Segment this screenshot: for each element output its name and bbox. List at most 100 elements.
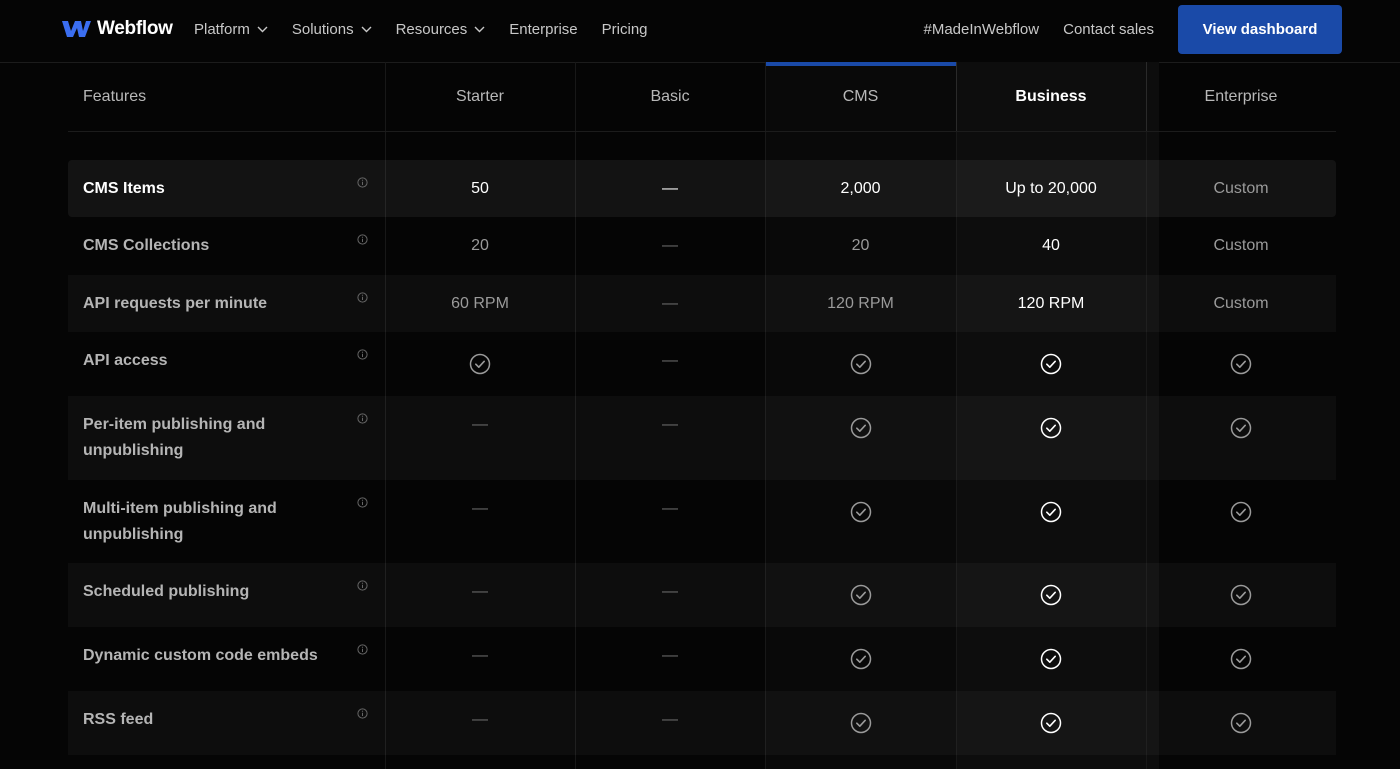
check-circle-icon <box>1230 417 1252 439</box>
starter-value: 20 <box>385 217 575 275</box>
check-circle-icon <box>1040 712 1062 734</box>
dash-value: — <box>472 647 488 664</box>
contact-sales-link[interactable]: Contact sales <box>1063 21 1154 38</box>
enterprise-value <box>1146 691 1336 755</box>
business-value: 120 RPM <box>956 275 1146 332</box>
business-value <box>956 691 1146 755</box>
table-row: CMS Collections 20 — 20 40 Custom <box>68 217 1336 275</box>
cms-value <box>765 691 956 755</box>
starter-value: 50 <box>385 160 575 217</box>
header-cms: CMS <box>842 87 879 105</box>
cms-value <box>765 627 956 691</box>
info-icon[interactable] <box>357 291 368 303</box>
webflow-logo[interactable]: Webflow <box>62 18 173 40</box>
info-icon[interactable] <box>357 234 368 245</box>
check-circle-icon <box>469 353 491 375</box>
business-value <box>956 563 1146 627</box>
header-business: Business <box>1015 87 1087 105</box>
cell-text: Custom <box>1213 179 1269 197</box>
header-features: Features <box>83 87 147 105</box>
cell-text: 20 <box>471 237 489 254</box>
cell-text: 60 RPM <box>451 294 509 312</box>
check-circle-icon <box>850 353 871 375</box>
enterprise-value: Custom <box>1146 160 1336 217</box>
nav-platform[interactable]: Platform <box>194 21 268 38</box>
check-circle-icon <box>1040 648 1062 670</box>
cell-text: 50 <box>471 179 489 197</box>
starter-value: 60 RPM <box>385 275 575 332</box>
cell-text: 120 RPM <box>827 294 894 312</box>
feature-label: CMS Items <box>83 179 165 197</box>
basic-value: — <box>575 480 765 563</box>
table-row: API requests per minute 60 RPM — 120 RPM 120… <box>68 275 1336 332</box>
dash-value: — <box>662 416 678 433</box>
enterprise-value <box>1146 480 1336 563</box>
starter-value: — <box>385 480 575 563</box>
basic-value: — <box>575 217 765 275</box>
table-row: Per-item publishing and unpublishing — — <box>68 396 1336 480</box>
business-value <box>956 396 1146 480</box>
basic-value: — <box>575 563 765 627</box>
cell-text: 20 <box>851 237 870 254</box>
dash-value: — <box>662 500 678 517</box>
info-icon[interactable] <box>357 176 368 188</box>
starter-value <box>385 332 575 396</box>
table-row: API access — <box>68 332 1336 396</box>
business-value <box>956 332 1146 396</box>
check-circle-icon <box>1040 584 1062 606</box>
nav-links: Platform Solutions Resources Enterprise … <box>194 0 648 58</box>
nav-pricing-label: Pricing <box>601 20 648 38</box>
enterprise-value <box>1146 396 1336 480</box>
dash-value: — <box>472 500 488 517</box>
info-icon[interactable] <box>357 349 368 360</box>
starter-value: — <box>385 396 575 480</box>
feature-label: RSS feed <box>83 711 154 728</box>
cms-value: 2,000 <box>765 160 956 217</box>
basic-value: — <box>575 396 765 480</box>
nav-solutions-label: Solutions <box>291 20 354 38</box>
check-circle-icon <box>850 417 871 439</box>
cms-value <box>765 396 956 480</box>
made-in-webflow-link[interactable]: #MadeInWebflow <box>923 21 1039 38</box>
dash-value: — <box>472 711 488 728</box>
dash-value: — <box>662 583 678 600</box>
nav-resources-label: Resources <box>395 20 468 38</box>
business-value <box>956 627 1146 691</box>
check-circle-icon <box>1230 501 1252 523</box>
check-circle-icon <box>1040 353 1062 375</box>
dash-value: — <box>662 237 678 254</box>
dash-value: — <box>662 294 678 312</box>
enterprise-value <box>1146 627 1336 691</box>
nav-enterprise[interactable]: Enterprise <box>509 21 577 38</box>
header-starter: Starter <box>455 87 504 105</box>
check-circle-icon <box>850 712 871 734</box>
table-row: Dynamic custom code embeds — — <box>68 627 1336 691</box>
nav-solutions[interactable]: Solutions <box>292 21 372 38</box>
cell-text: Custom <box>1213 294 1269 312</box>
table-row: Multi-item publishing and unpublishing — — <box>68 480 1336 563</box>
check-circle-icon <box>1230 584 1252 606</box>
dash-value: — <box>662 711 678 728</box>
table-header: Features Starter Basic CMS Business Ente… <box>68 62 1336 132</box>
info-icon[interactable] <box>357 413 368 424</box>
info-icon[interactable] <box>357 708 368 719</box>
nav-resources[interactable]: Resources <box>396 21 486 38</box>
info-icon[interactable] <box>357 497 368 508</box>
chevron-down-icon <box>474 26 485 32</box>
cell-text: 2,000 <box>840 179 881 197</box>
basic-value: — <box>575 160 765 217</box>
dash-value: — <box>472 583 488 600</box>
view-dashboard-button[interactable]: View dashboard <box>1178 4 1342 54</box>
nav-pricing[interactable]: Pricing <box>602 21 648 38</box>
info-icon[interactable] <box>357 580 368 591</box>
cms-value: 20 <box>765 217 956 275</box>
basic-value: — <box>575 332 765 396</box>
cms-value <box>765 480 956 563</box>
info-icon[interactable] <box>357 644 368 655</box>
chevron-down-icon <box>257 26 268 32</box>
dash-value: — <box>662 352 678 369</box>
table-row: CMS Items 50 — 2,000 Up to 20,000 Custom <box>68 160 1336 217</box>
feature-label: Scheduled publishing <box>83 583 250 600</box>
table-row: Scheduled publishing — — <box>68 563 1336 627</box>
feature-label: Multi-item publishing and unpublishing <box>83 500 277 543</box>
